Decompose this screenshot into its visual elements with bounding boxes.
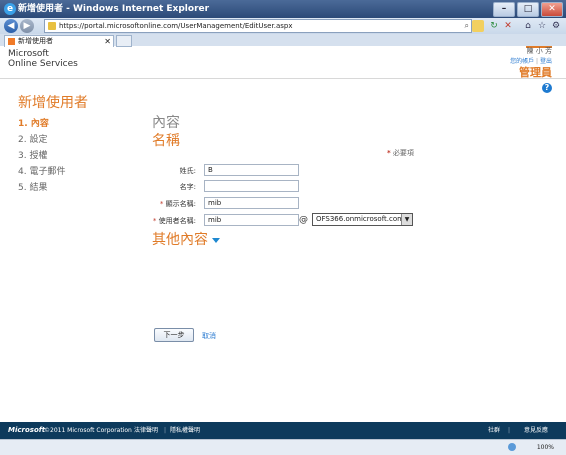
domain-selected-value: OFS366.onmicrosoft.com	[316, 215, 404, 223]
domain-select[interactable]: OFS366.onmicrosoft.com ▼	[312, 213, 413, 226]
forward-icon[interactable]: ▶	[20, 19, 34, 33]
privacy-link[interactable]: 隱私權聲明	[170, 422, 200, 439]
close-button[interactable]: ✕	[541, 2, 563, 17]
first-name-input[interactable]	[204, 180, 299, 192]
refresh-icon[interactable]: ↻	[488, 20, 500, 32]
brand-line2: Online Services	[8, 59, 78, 69]
user-name: 陳 小 芳	[526, 47, 552, 55]
ie-logo-icon: e	[4, 3, 16, 15]
tab-title: 新增使用者	[18, 37, 53, 45]
required-note: * 必要項	[387, 149, 414, 157]
user-name-label: * 使用者名稱:	[152, 217, 196, 225]
copyright: ©2011 Microsoft Corporation	[44, 427, 132, 434]
chevron-down-icon: ▼	[401, 214, 412, 225]
display-name-label: * 顯示名稱:	[159, 200, 196, 208]
step-settings: 2. 設定	[18, 135, 48, 145]
maximize-button[interactable]: □	[517, 2, 539, 17]
legal-link[interactable]: 法律聲明	[134, 422, 158, 439]
stop-icon[interactable]: ✕	[502, 20, 514, 32]
display-name-input[interactable]: mib	[204, 197, 299, 209]
cancel-link[interactable]: 取消	[202, 331, 216, 341]
brand-line1: Microsoft	[8, 49, 49, 59]
footer-separator-2: |	[508, 427, 511, 434]
step-licenses: 3. 授權	[18, 151, 48, 161]
feedback-link[interactable]: 意見反應	[524, 422, 548, 439]
more-properties-toggle[interactable]: 其他內容	[152, 229, 220, 249]
page-footer: Microsoft ©2011 Microsoft Corporation 法律…	[0, 422, 566, 439]
navigation-bar: ◀ ▶ https://portal.microsoftonline.com/U…	[0, 18, 566, 34]
tools-gear-icon[interactable]: ⚙	[550, 20, 562, 32]
zoom-level[interactable]: 100%	[537, 440, 554, 455]
name-section-title: 名稱	[152, 133, 180, 149]
microsoft-logo: Microsoft	[8, 426, 46, 434]
favorites-star-icon[interactable]: ☆	[536, 20, 548, 32]
home-icon[interactable]: ⌂	[522, 20, 534, 32]
page-header: Microsoft Online Services 陳 小 芳 您的帳戶 | 登…	[0, 46, 566, 79]
window-title: 新增使用者 - Windows Internet Explorer	[18, 4, 210, 14]
at-sign: @	[299, 215, 308, 225]
page-favicon-icon	[48, 22, 56, 30]
minimize-button[interactable]: –	[493, 2, 515, 17]
footer-separator: |	[164, 427, 167, 434]
address-search-icon[interactable]: ⌕	[465, 20, 469, 32]
expand-triangle-icon	[212, 237, 220, 243]
step-results: 5. 結果	[18, 183, 48, 193]
zone-globe-icon	[508, 443, 516, 451]
help-icon[interactable]: ?	[542, 83, 552, 93]
status-bar: 100%	[0, 439, 566, 455]
section-title: 內容	[152, 115, 180, 131]
first-name-label: 名字:	[179, 183, 196, 191]
last-name-label: 姓氏:	[179, 167, 196, 175]
lock-icon[interactable]	[472, 20, 484, 32]
window-title-bar: e 新增使用者 - Windows Internet Explorer – □ …	[0, 0, 566, 18]
address-url: https://portal.microsoftonline.com/UserM…	[59, 22, 293, 30]
tab-favicon-icon	[8, 37, 15, 45]
step-email: 4. 電子郵件	[18, 167, 66, 177]
tab-bar: 新增使用者 ✕	[0, 34, 566, 47]
next-button[interactable]: 下一步	[154, 328, 194, 342]
last-name-input[interactable]: B	[204, 164, 299, 176]
community-link[interactable]: 社群	[488, 422, 500, 439]
step-properties: 1. 內容	[18, 119, 49, 129]
user-name-input[interactable]: mib	[204, 214, 299, 226]
back-icon[interactable]: ◀	[4, 19, 18, 33]
address-bar[interactable]: https://portal.microsoftonline.com/UserM…	[44, 19, 472, 33]
page-title: 新增使用者	[18, 95, 88, 111]
role-title: 管理員	[519, 66, 552, 79]
